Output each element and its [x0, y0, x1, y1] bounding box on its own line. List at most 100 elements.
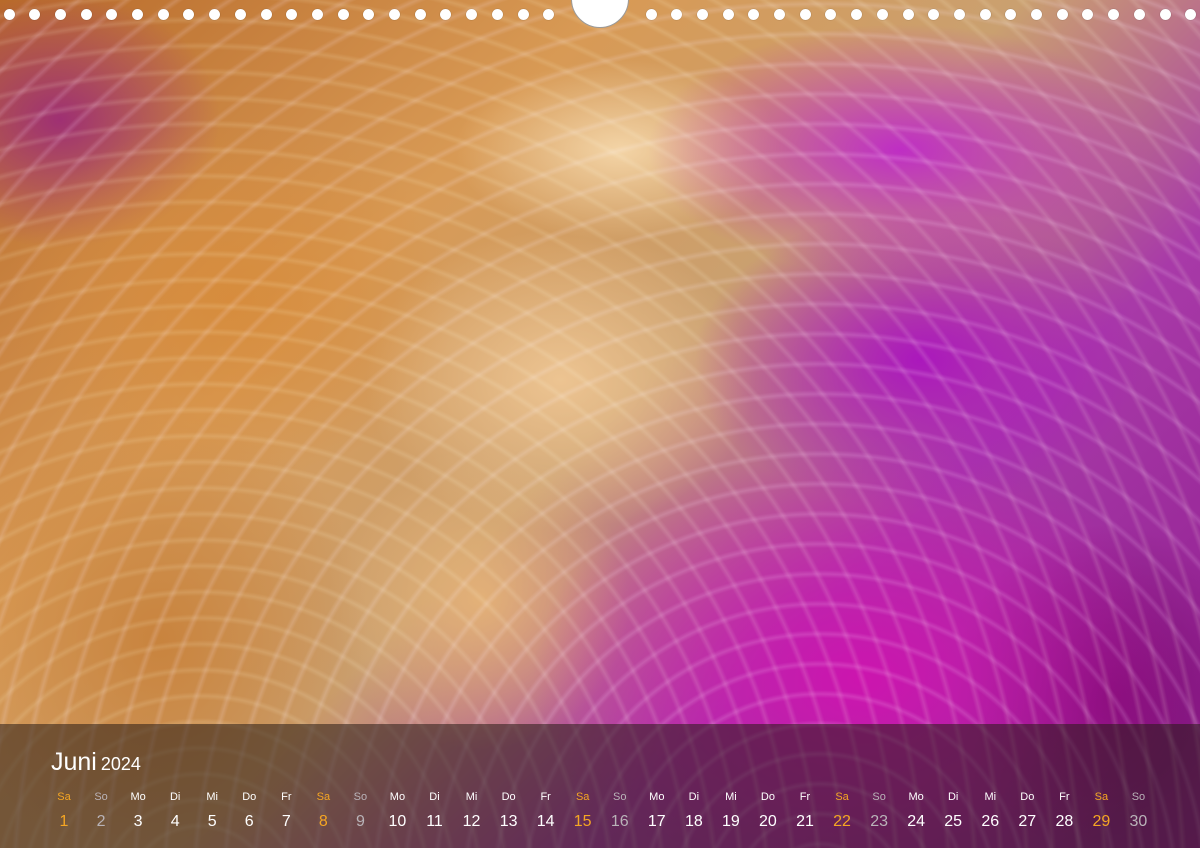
- weekday-label: Fr: [540, 791, 551, 803]
- weekday-label: Mi: [465, 791, 478, 803]
- weekday-label: Sa: [835, 791, 849, 803]
- day-cell: So 30: [1121, 788, 1155, 835]
- binding-hole: [774, 9, 785, 20]
- day-cell: Di 25: [936, 788, 970, 835]
- binding-hole: [337, 9, 349, 20]
- binding-hole: [1031, 9, 1042, 20]
- weekday-label: So: [613, 791, 627, 803]
- day-number: 12: [462, 813, 481, 830]
- weekday-label: Mi: [984, 791, 997, 803]
- day-number: 16: [610, 813, 629, 830]
- day-number: 13: [499, 813, 518, 830]
- binding-hole: [979, 9, 991, 20]
- binding-hole: [466, 9, 478, 20]
- binding-hole: [1185, 9, 1197, 20]
- day-cell: Mi 19: [714, 788, 748, 835]
- weekday-label: Mi: [725, 791, 737, 803]
- binding-hole: [209, 9, 221, 20]
- day-cell: So 9: [343, 788, 377, 835]
- weekday-label: So: [872, 791, 886, 803]
- weekday-label: Di: [688, 791, 700, 803]
- weekday-label: Di: [169, 791, 181, 803]
- weekday-label: Fr: [799, 791, 811, 803]
- binding-hole: [3, 9, 15, 20]
- year-label: 2024: [100, 754, 141, 774]
- calendar-strip: Juni 2024 Sa 1 So 2 Mo 3 Di 4 Mi 5 Do 6 Fr 7 Sa 8 So 9 Mo 10…: [0, 724, 1200, 848]
- day-cell: Sa 1: [47, 788, 81, 835]
- calendar-page: Juni 2024 Sa 1 So 2 Mo 3 Di 4 Mi 5 Do 6 Fr 7 Sa 8 So 9 Mo 10…: [0, 0, 1200, 848]
- weekday-label: Sa: [57, 791, 71, 803]
- day-number: 27: [1018, 813, 1037, 830]
- day-cell: Mi 26: [973, 788, 1007, 835]
- day-number: 7: [281, 813, 291, 830]
- binding-hole: [491, 9, 503, 20]
- day-cell: Di 4: [158, 788, 192, 835]
- binding-hole: [183, 9, 195, 20]
- day-number: 23: [870, 813, 888, 830]
- weekday-label: Sa: [316, 791, 331, 803]
- day-cell: Fr 28: [1047, 788, 1081, 835]
- day-number: 4: [170, 813, 180, 830]
- binding-hole: [543, 9, 555, 20]
- spiral-binding: [0, 0, 1200, 30]
- binding-hole: [517, 9, 529, 20]
- day-number: 20: [759, 813, 777, 830]
- month-name: Juni: [51, 748, 97, 776]
- hanger-hole: [571, 0, 629, 28]
- binding-hole: [132, 9, 143, 20]
- binding-hole: [157, 9, 169, 20]
- weekday-label: Do: [242, 791, 257, 803]
- day-cell: Mo 3: [121, 788, 155, 835]
- binding-hole: [389, 9, 400, 20]
- weekday-label: Mo: [130, 791, 146, 803]
- day-cell: Di 11: [418, 788, 452, 835]
- binding-hole: [1056, 9, 1068, 20]
- binding-hole: [722, 9, 734, 20]
- day-number: 1: [59, 813, 69, 830]
- day-number: 17: [647, 813, 666, 830]
- binding-hole: [1108, 9, 1120, 20]
- binding-hole: [799, 9, 811, 20]
- day-cell: Fr 14: [529, 788, 563, 835]
- binding-hole: [234, 9, 246, 20]
- day-cell: Mo 24: [899, 788, 933, 835]
- weekday-label: So: [1131, 791, 1146, 803]
- day-cell: Sa 8: [306, 788, 340, 835]
- day-number: 8: [318, 813, 328, 830]
- binding-hole: [1133, 9, 1145, 20]
- day-number: 9: [355, 813, 365, 830]
- binding-hole: [696, 9, 708, 20]
- binding-hole: [671, 9, 683, 20]
- binding-hole: [645, 9, 657, 20]
- binding-hole: [440, 9, 452, 20]
- day-number: 19: [721, 813, 740, 830]
- weekday-label: So: [94, 791, 108, 803]
- binding-hole: [414, 9, 426, 20]
- day-number: 3: [133, 813, 143, 830]
- day-cell: Do 6: [232, 788, 266, 835]
- weekday-label: Mo: [389, 791, 406, 803]
- weekday-label: Fr: [1059, 791, 1070, 803]
- binding-hole: [1082, 9, 1094, 20]
- day-cell: Sa 29: [1084, 788, 1118, 835]
- day-number: 2: [96, 813, 106, 830]
- binding-hole: [1159, 9, 1171, 20]
- day-cell: Do 20: [751, 788, 785, 835]
- weekday-label: Di: [947, 791, 959, 803]
- day-cell: Mi 12: [455, 788, 489, 835]
- binding-hole: [286, 9, 298, 20]
- day-cell: Mo 10: [380, 788, 414, 835]
- day-number: 5: [207, 813, 217, 830]
- binding-hole: [851, 9, 863, 20]
- day-cell: So 16: [603, 788, 637, 835]
- day-number: 28: [1055, 813, 1074, 830]
- binding-hole: [1005, 9, 1017, 20]
- day-number: 18: [684, 813, 703, 830]
- day-number: 30: [1129, 813, 1148, 830]
- day-cell: Di 18: [677, 788, 711, 835]
- day-cell: Fr 7: [269, 788, 303, 835]
- day-cell: Fr 21: [788, 788, 822, 835]
- weekday-label: Sa: [575, 791, 590, 803]
- day-cell: So 23: [862, 788, 896, 835]
- weekday-label: Do: [501, 791, 516, 803]
